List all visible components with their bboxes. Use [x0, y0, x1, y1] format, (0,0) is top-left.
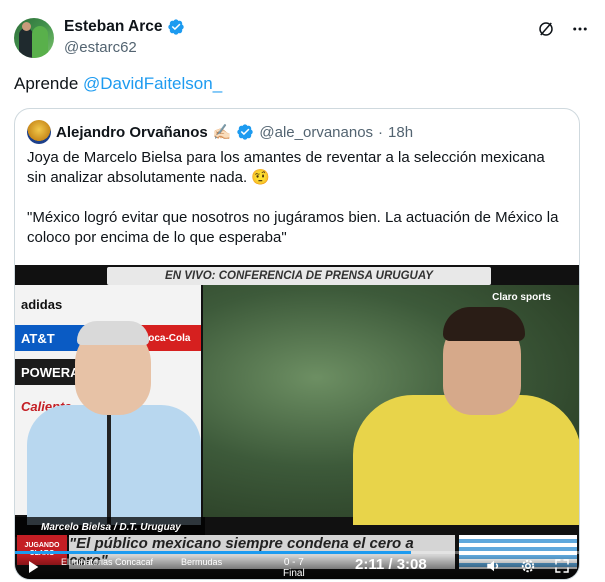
author-name-row: Esteban Arce [64, 18, 185, 36]
tweet-text: Aprende @DavidFaitelson_ [14, 73, 222, 95]
live-banner: EN VIVO: CONFERENCIA DE PRENSA URUGUAY [107, 267, 491, 285]
tweet-header: Esteban Arce @estarc62 [14, 16, 589, 60]
quoted-paragraph-2: "México logró evitar que nosotros no jug… [27, 209, 559, 246]
quoted-header: Alejandro Orvañanos ✍🏻 @ale_orvananos · … [27, 120, 413, 144]
dot-separator: · [378, 123, 384, 141]
speaker-name-bar: Marcelo Bielsa / D.T. Uruguay [15, 517, 205, 537]
sponsor-adidas: adidas [21, 296, 63, 312]
quoted-tweet[interactable]: Alejandro Orvañanos ✍🏻 @ale_orvananos · … [14, 108, 580, 580]
verified-badge-icon [237, 124, 254, 140]
player-photo-frame [203, 285, 579, 525]
quoted-avatar[interactable] [27, 120, 51, 144]
video-player[interactable]: adidas AT&T Coca-Cola POWERADE Caliente … [15, 265, 579, 579]
author-handle[interactable]: @estarc62 [64, 39, 137, 56]
microphone [107, 415, 111, 525]
score-ticker: Eliminatorias Concacaf Bermudas [61, 557, 222, 567]
ticker-team: Bermudas [181, 557, 223, 567]
speaker-hair [77, 321, 149, 345]
grok-icon[interactable] [537, 20, 555, 38]
verified-badge-icon [167, 19, 184, 35]
ticker-competition: Eliminatorias Concacaf [61, 557, 154, 567]
speaker-figure [27, 405, 201, 525]
writing-hand-emoji: ✍🏻 [212, 124, 232, 141]
quoted-paragraph-1: Joya de Marcelo Bielsa para los amantes … [27, 149, 545, 186]
press-conference-frame: adidas AT&T Coca-Cola POWERADE Caliente [15, 285, 201, 525]
quoted-author-name[interactable]: Alejandro Orvañanos [56, 124, 208, 141]
video-progress-bar[interactable] [15, 551, 579, 554]
header-actions [537, 20, 589, 38]
ticker-score: 0 - 7 Final [283, 557, 305, 579]
ticker-score-status: Final [283, 568, 305, 579]
tweet: Esteban Arce @estarc62 Aprende @DavidFai… [0, 0, 605, 582]
video-time: 2:11 / 3:08 [355, 556, 427, 573]
tweet-text-prefix: Aprende [14, 74, 83, 93]
more-icon[interactable] [571, 20, 589, 38]
claro-sports-logo: Claro sports [492, 292, 551, 303]
mention-link[interactable]: @DavidFaitelson_ [83, 74, 222, 93]
quoted-author-handle[interactable]: @ale_orvananos [259, 124, 373, 141]
author-avatar[interactable] [14, 18, 54, 58]
fullscreen-icon[interactable] [553, 557, 571, 575]
video-control-icons [485, 557, 571, 575]
video-progress-fill [15, 551, 412, 554]
play-icon[interactable] [25, 559, 41, 575]
quoted-text: Joya de Marcelo Bielsa para los amantes … [27, 148, 567, 268]
author-name[interactable]: Esteban Arce [64, 18, 163, 36]
quoted-timestamp[interactable]: 18h [388, 124, 413, 141]
volume-icon[interactable] [485, 557, 503, 575]
sponsor-att: AT&T [15, 325, 85, 351]
player-hair [443, 307, 525, 341]
settings-icon[interactable] [519, 557, 537, 575]
ticker-score-value: 0 - 7 [283, 557, 304, 568]
